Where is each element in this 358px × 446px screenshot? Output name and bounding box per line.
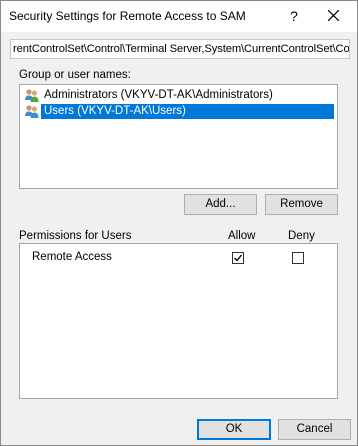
close-button[interactable] <box>317 3 351 29</box>
permissions-list: Remote Access <box>19 243 338 399</box>
group-names-list[interactable]: Administrators (VKYV-DT-AK\Administrator… <box>19 84 338 189</box>
list-item-label: Administrators (VKYV-DT-AK\Administrator… <box>44 89 273 101</box>
remove-button[interactable]: Remove <box>265 194 338 215</box>
deny-column-label: Deny <box>288 230 315 242</box>
users-group-icon <box>24 104 40 119</box>
ok-button[interactable]: OK <box>197 419 271 440</box>
add-button[interactable]: Add... <box>184 194 257 215</box>
allow-remote-access-checkbox[interactable] <box>232 252 244 264</box>
checkmark-icon <box>234 254 243 262</box>
permissions-header-label: Permissions for Users <box>19 230 132 242</box>
users-group-icon <box>24 88 40 103</box>
cancel-button[interactable]: Cancel <box>278 419 351 440</box>
security-settings-dialog: Security Settings for Remote Access to S… <box>0 0 358 446</box>
deny-remote-access-checkbox[interactable] <box>292 252 304 264</box>
window-title: Security Settings for Remote Access to S… <box>9 9 246 23</box>
allow-column-label: Allow <box>228 230 256 242</box>
title-bar: Security Settings for Remote Access to S… <box>1 1 357 32</box>
permission-name-remote-access: Remote Access <box>32 251 112 263</box>
close-icon <box>328 10 339 21</box>
object-path-field[interactable]: rentControlSet\Control\Terminal Server,S… <box>10 39 350 59</box>
list-item-label: Users (VKYV-DT-AK\Users) <box>44 105 186 117</box>
help-button[interactable]: ? <box>277 3 311 29</box>
group-names-label: Group or user names: <box>19 69 131 81</box>
list-item-users[interactable]: Users (VKYV-DT-AK\Users) <box>22 104 334 119</box>
